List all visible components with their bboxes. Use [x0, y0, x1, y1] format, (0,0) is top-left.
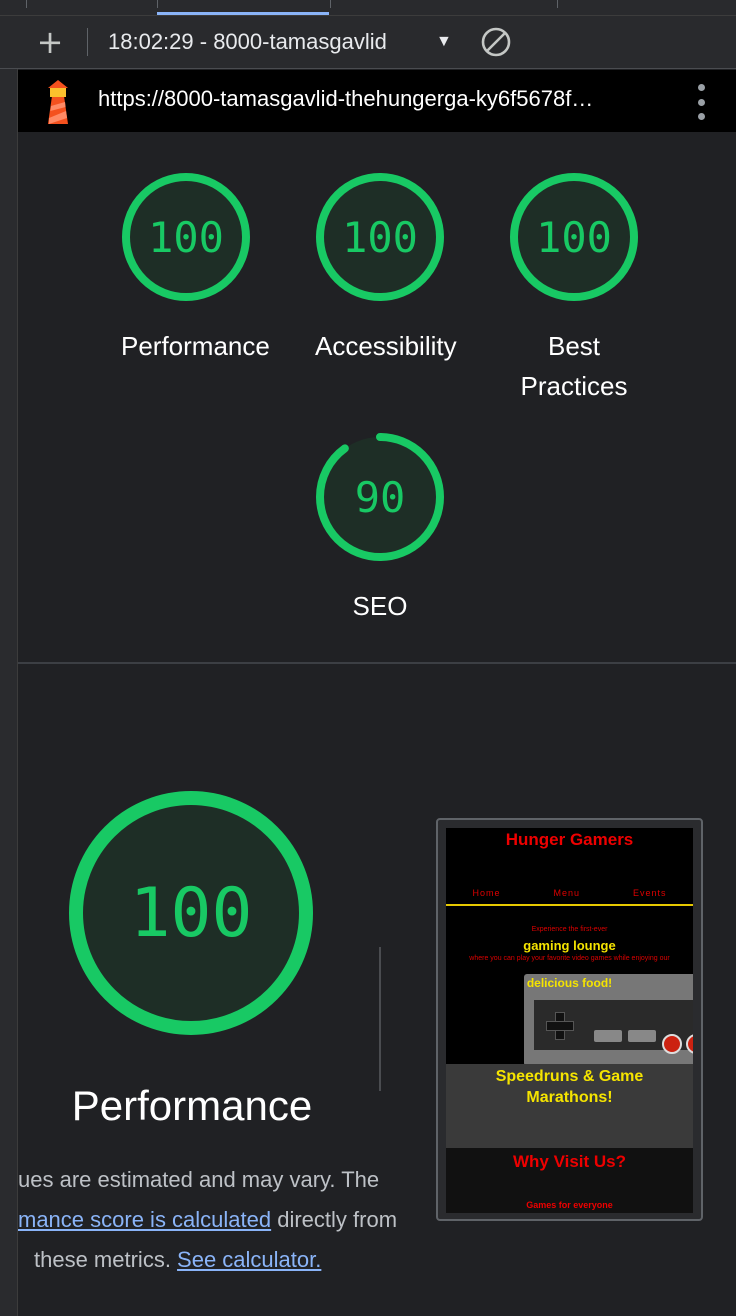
- site-nav: Home Menu Events: [446, 888, 693, 898]
- gauge-score: 100: [148, 212, 224, 262]
- final-screenshot-thumbnail[interactable]: Hunger Gamers Home Menu Events Experienc…: [436, 818, 703, 1221]
- left-panel-edge: [0, 69, 18, 1316]
- lighthouse-toolbar: + 18:02:29 - 8000-tamasgavlid ▼: [0, 16, 736, 69]
- section-divider: [18, 662, 736, 664]
- see-calculator-link[interactable]: See calculator.: [177, 1247, 321, 1272]
- tab-separator: [26, 0, 27, 8]
- heading-why-visit: Why Visit Us?: [512, 1152, 627, 1171]
- tab-separator: [557, 0, 558, 8]
- vertical-divider: [379, 947, 381, 1091]
- gauge-best-practices[interactable]: 100 Best Practices: [509, 172, 639, 406]
- tab-strip: [0, 0, 736, 16]
- plus-icon[interactable]: +: [36, 24, 64, 60]
- active-tab-indicator[interactable]: [157, 12, 329, 15]
- gauge-label: Performance: [121, 331, 270, 361]
- nav-item: Menu: [553, 888, 580, 898]
- report-select[interactable]: 18:02:29 - 8000-tamasgavlid ▼: [108, 26, 452, 58]
- report-select-label: 18:02:29 - 8000-tamasgavlid: [108, 29, 387, 54]
- tab-separator: [330, 0, 331, 8]
- intro-big-2: delicious food!: [526, 976, 613, 990]
- lighthouse-icon: [40, 78, 76, 126]
- gauge-accessibility[interactable]: 100 Accessibility: [315, 172, 457, 366]
- heading-speedruns: Speedruns & Game Marathons!: [495, 1068, 644, 1106]
- desc-text: directly from: [271, 1207, 398, 1232]
- more-vertical-icon[interactable]: [694, 84, 708, 120]
- intro-big: gaming lounge: [523, 938, 616, 953]
- desc-line: these metrics. See calculator.: [34, 1240, 321, 1280]
- toolbar-divider: [87, 28, 88, 56]
- gauge-label: Accessibility: [315, 331, 457, 361]
- gauge-label: SEO: [352, 591, 408, 621]
- dpad-icon: [546, 1012, 574, 1040]
- performance-title: Performance: [71, 1082, 313, 1129]
- report-url-bar: https://8000-tamasgavlid-thehungerga-ky6…: [18, 70, 736, 132]
- intro-small-2: where you can play your favorite video g…: [469, 955, 670, 962]
- gauge-seo[interactable]: 90 SEO: [315, 432, 445, 626]
- gauge-performance[interactable]: 100 Performance: [121, 172, 270, 366]
- gauge-score: 100: [536, 212, 612, 262]
- nav-item: Home: [472, 888, 501, 898]
- desc-line: ues are estimated and may vary. The: [18, 1167, 380, 1192]
- desc-text: these metrics.: [34, 1247, 178, 1272]
- gauge-score: 90: [354, 472, 406, 522]
- intro-small: Experience the first-ever: [531, 926, 608, 933]
- thumbnail-screen: Hunger Gamers Home Menu Events Experienc…: [446, 828, 693, 1213]
- gauge-label: Best Practices: [520, 331, 628, 401]
- gauge-score: 100: [342, 212, 418, 262]
- desc-line: mance score is calculated directly from: [18, 1200, 397, 1240]
- performance-big-gauge: 100: [68, 790, 314, 1036]
- footer-text: Games for everyone: [526, 1200, 613, 1210]
- tab-separator: [157, 0, 158, 8]
- performance-score: 100: [129, 873, 253, 953]
- block-icon[interactable]: [480, 26, 512, 58]
- report-url: https://8000-tamasgavlid-thehungerga-ky6…: [98, 86, 594, 111]
- score-calculated-link[interactable]: mance score is calculated: [18, 1207, 271, 1232]
- chevron-down-icon: ▼: [436, 33, 452, 50]
- site-title: Hunger Gamers: [505, 830, 634, 849]
- nav-item: Events: [632, 888, 667, 898]
